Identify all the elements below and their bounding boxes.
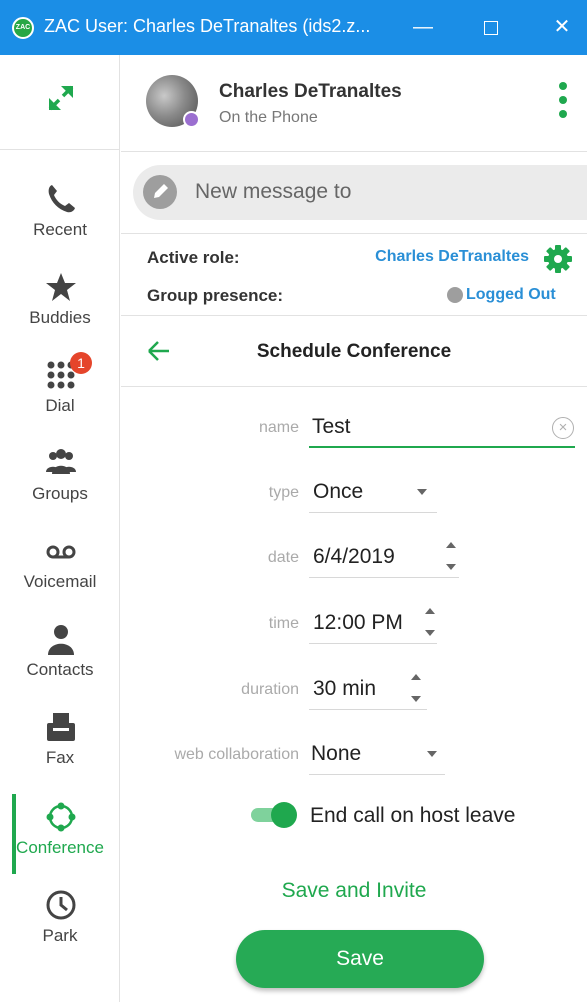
phone-icon bbox=[48, 185, 75, 213]
minimize-button[interactable]: — bbox=[398, 0, 448, 55]
maximize-button[interactable] bbox=[466, 0, 516, 55]
web-collaboration-select[interactable]: None bbox=[311, 742, 361, 766]
name-input-underline bbox=[309, 446, 575, 448]
date-stepper[interactable] bbox=[446, 542, 458, 572]
duration-input[interactable]: 30 min bbox=[313, 677, 376, 701]
sidebar-item-label: Fax bbox=[45, 748, 75, 767]
app-logo-icon: ZAC bbox=[12, 17, 34, 39]
window-title: ZAC User: Charles DeTranaltes (ids2.z... bbox=[44, 16, 371, 36]
sidebar-item-recent[interactable]: Recent bbox=[0, 176, 120, 264]
gear-icon[interactable] bbox=[543, 244, 573, 274]
group-presence-link[interactable]: Logged Out bbox=[466, 286, 556, 304]
main-panel: Charles DeTranaltes On the Phone New mes… bbox=[121, 55, 587, 1002]
role-area: Active role: Charles DeTranaltes Group p… bbox=[121, 233, 587, 316]
duration-underline bbox=[309, 709, 427, 710]
conference-icon bbox=[46, 802, 76, 832]
user-header: Charles DeTranaltes On the Phone bbox=[121, 55, 587, 152]
presence-dot-icon bbox=[447, 287, 463, 303]
user-status: On the Phone bbox=[219, 109, 318, 126]
clock-icon bbox=[46, 890, 76, 920]
web-collaboration-label: web collaboration bbox=[174, 746, 299, 763]
active-indicator bbox=[12, 794, 16, 874]
sidebar-item-fax[interactable]: Fax bbox=[0, 704, 120, 792]
sidebar-item-park[interactable]: Park bbox=[0, 882, 120, 970]
time-underline bbox=[309, 643, 437, 644]
duration-stepper[interactable] bbox=[411, 674, 423, 704]
duration-label: duration bbox=[241, 681, 299, 698]
group-presence-label: Group presence: bbox=[147, 286, 284, 305]
time-label: time bbox=[268, 615, 299, 632]
chevron-down-icon[interactable] bbox=[427, 751, 437, 757]
time-stepper[interactable] bbox=[425, 608, 437, 638]
new-message-placeholder: New message to bbox=[195, 180, 352, 203]
sidebar-item-label: Dial bbox=[45, 396, 75, 415]
save-and-invite-button[interactable]: Save and Invite bbox=[121, 879, 587, 903]
name-input[interactable]: Test bbox=[312, 415, 351, 439]
sidebar-item-label: Conference bbox=[16, 838, 104, 857]
date-underline bbox=[309, 577, 459, 578]
active-role-label: Active role: bbox=[147, 248, 240, 267]
end-call-toggle[interactable] bbox=[251, 802, 297, 828]
close-button[interactable]: ✕ bbox=[537, 0, 587, 55]
date-label: date bbox=[267, 549, 299, 566]
time-input[interactable]: 12:00 PM bbox=[313, 611, 403, 635]
pencil-icon bbox=[143, 175, 177, 209]
sidebar-item-label: Contacts bbox=[26, 660, 94, 679]
sidebar-item-buddies[interactable]: Buddies bbox=[0, 264, 120, 352]
clear-icon[interactable]: × bbox=[552, 417, 574, 439]
name-label: name bbox=[258, 419, 299, 436]
type-select[interactable]: Once bbox=[313, 480, 363, 504]
web-collaboration-underline bbox=[309, 774, 445, 775]
date-input[interactable]: 6/4/2019 bbox=[313, 545, 395, 569]
expand-icon[interactable] bbox=[46, 83, 76, 113]
more-options-icon[interactable] bbox=[559, 82, 569, 122]
sidebar: Recent Buddies 1 Dial Groups Voicemail C… bbox=[0, 55, 120, 1002]
save-button[interactable]: Save bbox=[236, 930, 484, 988]
sidebar-item-label: Buddies bbox=[29, 308, 91, 327]
end-call-toggle-label: End call on host leave bbox=[310, 804, 516, 827]
sidebar-item-label: Groups bbox=[32, 484, 88, 503]
sidebar-item-dial[interactable]: 1 Dial bbox=[0, 352, 120, 440]
page-title: Schedule Conference bbox=[256, 341, 452, 362]
conference-header: Schedule Conference bbox=[121, 317, 587, 387]
type-label: type bbox=[268, 484, 299, 501]
chevron-down-icon[interactable] bbox=[417, 489, 427, 495]
sidebar-item-label: Park bbox=[42, 926, 78, 945]
sidebar-item-groups[interactable]: Groups bbox=[0, 440, 120, 528]
sidebar-item-contacts[interactable]: Contacts bbox=[0, 616, 120, 704]
sidebar-item-voicemail[interactable]: Voicemail bbox=[0, 528, 120, 616]
active-role-link[interactable]: Charles DeTranaltes bbox=[375, 248, 529, 266]
voicemail-icon bbox=[46, 545, 76, 559]
sidebar-item-label: Voicemail bbox=[23, 572, 97, 591]
title-bar: ZAC ZAC User: Charles DeTranaltes (ids2.… bbox=[0, 0, 587, 55]
user-name: Charles DeTranaltes bbox=[219, 81, 402, 102]
presence-status-icon bbox=[183, 111, 200, 128]
notification-badge: 1 bbox=[70, 352, 92, 374]
new-message-input[interactable]: New message to bbox=[133, 165, 587, 220]
contact-icon bbox=[48, 625, 74, 655]
groups-icon bbox=[46, 449, 76, 474]
sidebar-item-conference[interactable]: Conference bbox=[0, 794, 120, 882]
expand-area bbox=[0, 55, 120, 150]
sidebar-item-label: Recent bbox=[33, 220, 87, 239]
fax-icon bbox=[47, 713, 75, 741]
star-icon bbox=[46, 273, 76, 301]
type-underline bbox=[309, 512, 437, 513]
